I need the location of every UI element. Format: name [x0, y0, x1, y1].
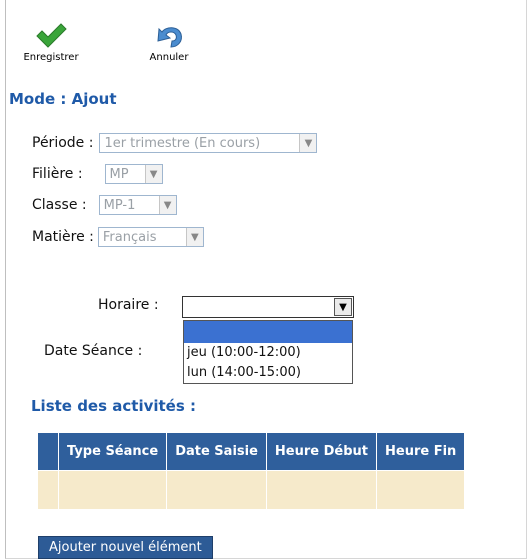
- horaire-option-lun[interactable]: lun (14:00-15:00): [184, 363, 352, 383]
- table-row: [38, 470, 466, 509]
- periode-row: Période : 1er trimestre (En cours) ▼: [32, 133, 318, 153]
- periode-label: Période :: [32, 135, 94, 151]
- cancel-button[interactable]: Annuler: [134, 22, 204, 63]
- add-element-button[interactable]: Ajouter nouvel élément: [38, 536, 213, 559]
- classe-row: Classe : MP-1 ▼: [32, 195, 177, 215]
- date-seance-label: Date Séance :: [44, 343, 143, 359]
- horaire-option-empty[interactable]: [184, 321, 352, 343]
- mode-title: Mode : Ajout: [9, 90, 117, 108]
- header-type-seance[interactable]: Type Séance: [58, 433, 168, 471]
- chevron-down-icon: ▼: [299, 134, 317, 152]
- table-header-row: Type Séance Date Saisie Heure Début Heur…: [38, 433, 466, 471]
- filiere-select[interactable]: MP ▼: [104, 164, 163, 184]
- table-cell: [376, 470, 466, 509]
- matiere-label: Matière :: [32, 229, 94, 245]
- activities-table: Type Séance Date Saisie Heure Début Heur…: [38, 433, 466, 509]
- header-heure-debut[interactable]: Heure Début: [266, 433, 378, 471]
- undo-icon: [157, 27, 182, 48]
- cancel-label: Annuler: [149, 52, 189, 63]
- chevron-down-icon: ▼: [144, 165, 162, 183]
- matiere-value: Français: [102, 229, 157, 245]
- classe-select[interactable]: MP-1 ▼: [98, 195, 177, 215]
- header-select-column: [38, 433, 59, 471]
- chevron-down-icon: ▼: [185, 228, 203, 246]
- table-cell: [58, 470, 168, 509]
- header-date-saisie[interactable]: Date Saisie: [166, 433, 267, 471]
- checkmark-icon: [36, 23, 67, 48]
- periode-select[interactable]: 1er trimestre (En cours) ▼: [99, 133, 318, 153]
- horaire-select[interactable]: ▼: [182, 296, 354, 318]
- periode-value: 1er trimestre (En cours): [104, 135, 261, 151]
- horaire-value: [183, 301, 186, 316]
- horaire-label: Horaire :: [98, 297, 159, 313]
- table-cell: [266, 470, 378, 509]
- chevron-down-icon: ▼: [158, 196, 176, 214]
- classe-label: Classe :: [32, 197, 87, 213]
- table-cell: [166, 470, 267, 509]
- chevron-down-icon[interactable]: ▼: [334, 298, 352, 316]
- table-cell: [38, 470, 59, 509]
- classe-value: MP-1: [103, 197, 136, 213]
- matiere-select[interactable]: Français ▼: [97, 227, 204, 247]
- filiere-label: Filière :: [32, 166, 83, 182]
- horaire-option-jeu[interactable]: jeu (10:00-12:00): [184, 343, 352, 363]
- filiere-value: MP: [109, 166, 129, 182]
- header-heure-fin[interactable]: Heure Fin: [376, 433, 466, 471]
- filiere-row: Filière : MP ▼: [32, 164, 163, 184]
- save-button[interactable]: Enregistrer: [16, 22, 86, 63]
- save-label: Enregistrer: [23, 52, 79, 63]
- activities-title: Liste des activités :: [31, 397, 196, 415]
- matiere-row: Matière : Français ▼: [32, 227, 204, 247]
- horaire-dropdown: jeu (10:00-12:00) lun (14:00-15:00): [183, 320, 353, 384]
